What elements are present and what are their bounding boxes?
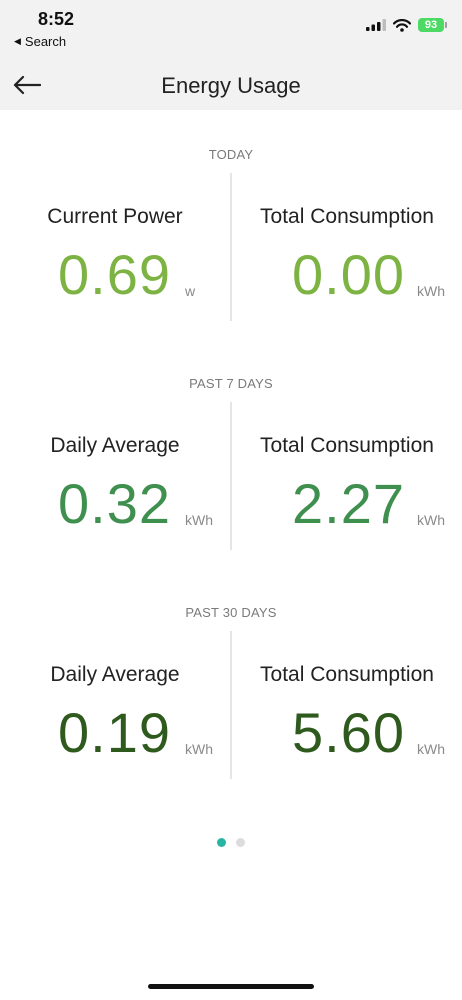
metric-unit: kWh xyxy=(417,512,445,528)
battery-level: 93 xyxy=(424,19,438,31)
section-past-7-days: PAST 7 DAYS Daily Average 0.32 kWh Total… xyxy=(0,376,462,550)
metric-label: Total Consumption xyxy=(260,434,434,457)
metric-label: Daily Average xyxy=(50,434,180,457)
metric-value: 0.19 xyxy=(58,701,171,764)
section-row: Daily Average 0.19 kWh Total Consumption… xyxy=(0,631,462,779)
metric-label: Total Consumption xyxy=(260,663,434,686)
metric-value: 0.69 xyxy=(58,243,171,306)
page-indicator xyxy=(0,838,462,847)
metric-unit: kWh xyxy=(417,283,445,299)
metric-current-power: Current Power 0.69 w xyxy=(0,173,230,321)
metric-value: 2.27 xyxy=(292,472,405,535)
section-label: TODAY xyxy=(208,147,254,162)
page-dot-2[interactable] xyxy=(236,838,245,847)
section-today: TODAY Current Power 0.69 w Total Consump… xyxy=(0,147,462,321)
page-dot-1[interactable] xyxy=(217,838,226,847)
status-bar: 8:52 ◀ Search 93 xyxy=(0,0,462,56)
wifi-icon xyxy=(393,18,411,32)
back-triangle-icon: ◀ xyxy=(14,36,21,46)
metric-label: Daily Average xyxy=(50,663,180,686)
metric-total-consumption: Total Consumption 2.27 kWh xyxy=(232,402,462,550)
metric-label: Current Power xyxy=(47,205,183,228)
metric-total-consumption: Total Consumption 5.60 kWh xyxy=(232,631,462,779)
metric-daily-average: Daily Average 0.19 kWh xyxy=(0,631,230,779)
metric-unit: kWh xyxy=(185,741,213,757)
metric-unit: kWh xyxy=(185,512,213,528)
home-indicator[interactable] xyxy=(148,984,314,989)
section-label: PAST 7 DAYS xyxy=(189,376,273,391)
status-icons: 93 xyxy=(366,18,447,32)
metric-value: 0.00 xyxy=(292,243,405,306)
battery-icon: 93 xyxy=(418,18,447,32)
metric-total-consumption: Total Consumption 0.00 kWh xyxy=(232,173,462,321)
metric-daily-average: Daily Average 0.32 kWh xyxy=(0,402,230,550)
back-to-search-link[interactable]: ◀ Search xyxy=(14,34,66,49)
section-row: Current Power 0.69 w Total Consumption 0… xyxy=(0,173,462,321)
status-time: 8:52 xyxy=(38,9,75,29)
metric-value: 5.60 xyxy=(292,701,405,764)
section-label: PAST 30 DAYS xyxy=(185,605,277,620)
nav-bar: Energy Usage xyxy=(0,60,462,110)
metric-unit: w xyxy=(185,283,196,299)
page-title: Energy Usage xyxy=(161,73,301,98)
metric-unit: kWh xyxy=(417,741,445,757)
cellular-signal-icon xyxy=(366,19,386,31)
back-to-search-label: Search xyxy=(24,34,67,49)
section-past-30-days: PAST 30 DAYS Daily Average 0.19 kWh Tota… xyxy=(0,605,462,779)
header-area: 8:52 ◀ Search 93 Energy Usage xyxy=(0,0,462,110)
metric-value: 0.32 xyxy=(58,472,171,535)
metric-label: Total Consumption xyxy=(260,205,434,228)
section-row: Daily Average 0.32 kWh Total Consumption… xyxy=(0,402,462,550)
